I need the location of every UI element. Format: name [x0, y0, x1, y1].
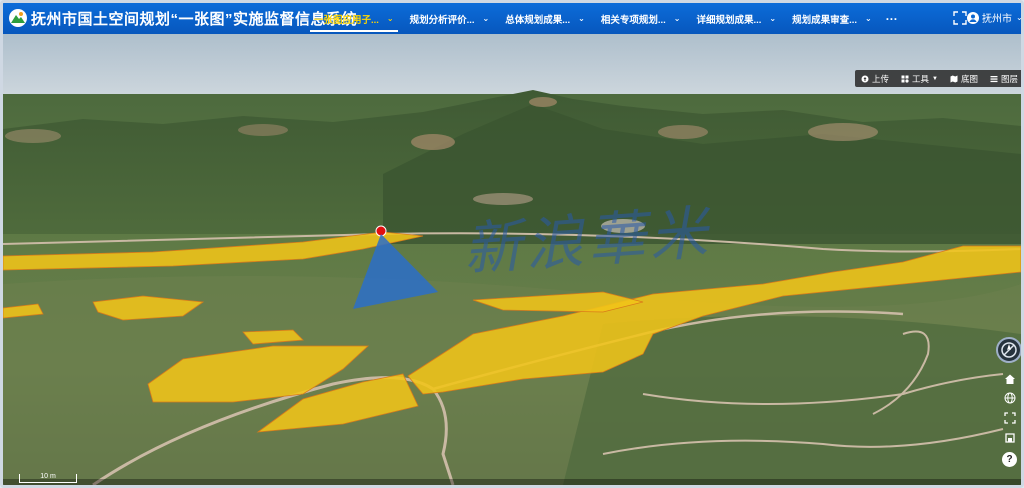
compass-icon[interactable]	[996, 337, 1021, 363]
chevron-down-icon: ⌄	[578, 14, 585, 23]
status-strip	[3, 479, 1021, 485]
map-toolbar: 上传 工具 ▼ 底图 图层	[855, 70, 1021, 87]
app-window: 抚州市国土空间规划“一张图”实施监督信息系统 一张图应用子... ⌄ 规划分析评…	[0, 0, 1024, 488]
top-bar: 抚州市国土空间规划“一张图”实施监督信息系统 一张图应用子... ⌄ 规划分析评…	[3, 3, 1021, 34]
chevron-down-icon: ⌄	[1016, 13, 1023, 22]
chevron-down-icon: ⌄	[482, 14, 490, 23]
fullscreen-icon[interactable]	[953, 11, 967, 25]
tab-detailed-plans[interactable]: 详细规划成果... ⌄	[689, 3, 785, 34]
tab-label: 规划分析评价...	[409, 14, 475, 26]
basemap-button[interactable]: 底图	[944, 70, 984, 87]
tab-label: 一张图应用子...	[314, 14, 379, 26]
layers-icon	[990, 75, 998, 83]
more-tabs-button[interactable]: ···	[880, 3, 904, 34]
chevron-down-icon: ⌄	[865, 14, 872, 23]
upload-label: 上传	[872, 73, 890, 84]
user-region-label: 抚州市	[982, 14, 1012, 25]
main-tabs: 一张图应用子... ⌄ 规划分析评价... ⌄ 总体规划成果... ⌄ 相关专项…	[306, 3, 904, 34]
expand-icon[interactable]	[1001, 410, 1019, 425]
view-toggle-icon[interactable]	[1001, 430, 1019, 445]
basemap-label: 底图	[960, 73, 978, 84]
user-menu[interactable]: 抚州市 ⌄	[967, 10, 1023, 25]
watermark-text: 新浪華米	[461, 198, 714, 284]
chevron-down-icon: ⌄	[386, 14, 394, 23]
map-icon	[950, 75, 958, 83]
tab-label: 相关专项规划...	[600, 14, 666, 26]
tab-label: 总体规划成果...	[505, 14, 571, 26]
caret-down-icon: ▼	[932, 75, 938, 82]
globe-icon[interactable]	[1001, 390, 1019, 405]
help-icon[interactable]: ?	[1002, 452, 1017, 467]
user-icon	[967, 11, 979, 24]
chevron-down-icon: ⌄	[769, 14, 777, 23]
tab-label: 规划成果审查...	[792, 14, 858, 26]
chevron-down-icon: ⌄	[673, 14, 681, 23]
tools-icon	[901, 75, 909, 83]
tab-master-plan[interactable]: 总体规划成果... ⌄	[497, 3, 593, 34]
tab-planning-analysis[interactable]: 规划分析评价... ⌄	[402, 3, 498, 34]
map-3d-view[interactable]: 新浪華米 上传 工具 ▼ 底图 图层 ? 10 m	[3, 34, 1021, 485]
tab-plan-review[interactable]: 规划成果审查... ⌄	[784, 3, 880, 34]
layers-button[interactable]: 图层	[984, 70, 1021, 87]
tools-label: 工具	[912, 73, 930, 84]
tab-one-map[interactable]: 一张图应用子... ⌄	[306, 3, 402, 34]
tab-special-plans[interactable]: 相关专项规划... ⌄	[593, 3, 689, 34]
upload-icon	[861, 75, 869, 83]
home-icon[interactable]	[1001, 371, 1019, 386]
upload-button[interactable]: 上传	[855, 70, 895, 87]
mountain-logo-icon	[9, 9, 27, 27]
tab-label: 详细规划成果...	[696, 14, 762, 26]
layers-label: 图层	[1001, 73, 1019, 84]
tools-button[interactable]: 工具 ▼	[895, 70, 944, 87]
scale-bar: 10 m	[19, 473, 77, 483]
